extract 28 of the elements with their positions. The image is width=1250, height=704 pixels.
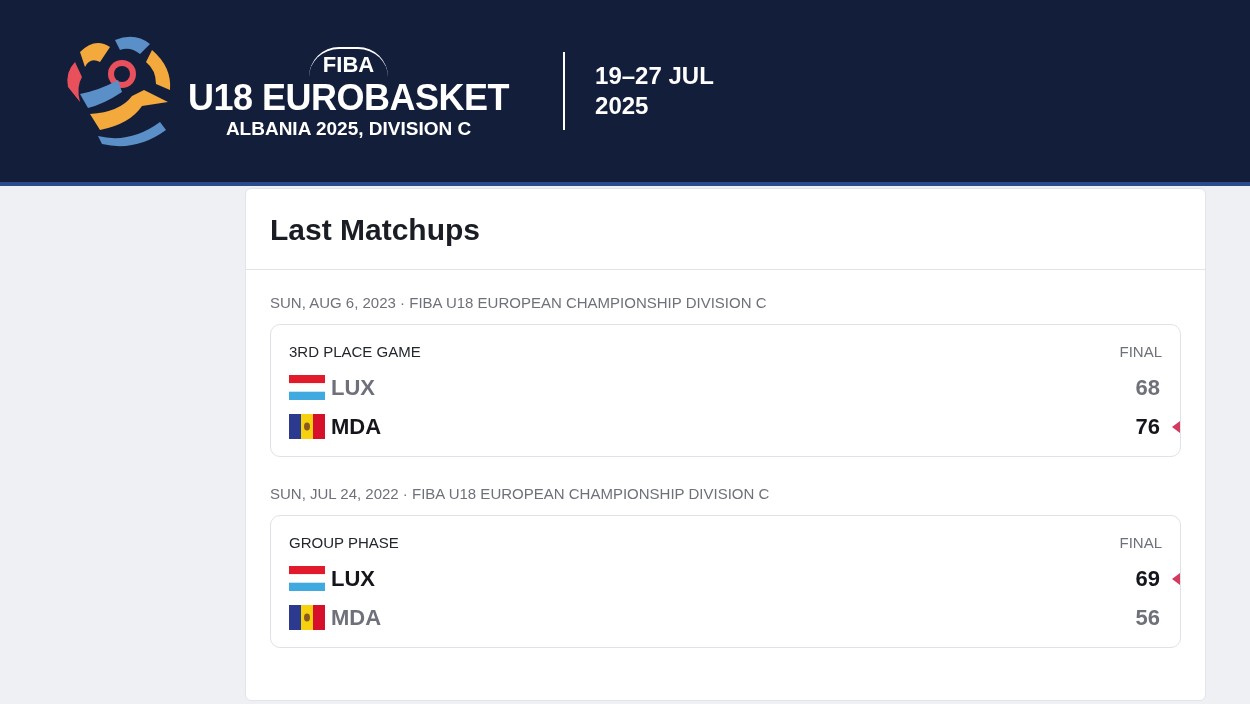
game-result-card[interactable]: 3RD PLACE GAME FINAL LUX 68 MDA 76 bbox=[270, 324, 1181, 457]
team-score: 76 bbox=[1135, 413, 1160, 440]
team-code: LUX bbox=[331, 565, 375, 592]
team-score: 69 bbox=[1135, 565, 1160, 592]
team-code: MDA bbox=[331, 413, 382, 440]
game-status: FINAL bbox=[1119, 534, 1162, 551]
team-score: 68 bbox=[1135, 374, 1160, 401]
winner-marker-icon bbox=[1172, 573, 1180, 585]
luxembourg-flag-icon bbox=[289, 566, 325, 591]
game-status: FINAL bbox=[1119, 343, 1162, 360]
game-round: 3RD PLACE GAME bbox=[289, 343, 421, 360]
tournament-year: 2025 bbox=[595, 91, 650, 121]
fiba-wordmark: FIBA bbox=[308, 47, 389, 77]
luxembourg-flag-icon bbox=[289, 375, 325, 400]
team-code: LUX bbox=[331, 374, 375, 401]
moldova-flag-icon bbox=[289, 414, 325, 439]
tournament-title: U18 EUROBASKET bbox=[188, 76, 510, 118]
section-title: Last Matchups bbox=[246, 189, 1205, 270]
team-score: 56 bbox=[1135, 604, 1160, 631]
winner-marker-icon bbox=[1172, 421, 1180, 433]
game-round: GROUP PHASE bbox=[289, 534, 399, 551]
moldova-flag-icon bbox=[289, 605, 325, 630]
game-result-card[interactable]: GROUP PHASE FINAL LUX 69 MDA 56 bbox=[270, 515, 1181, 648]
tournament-dates: 19–27 JUL bbox=[595, 61, 714, 91]
game-date-line: SUN, JUL 24, 2022 · FIBA U18 EUROPEAN CHAMPIONSHIP DIVISION C bbox=[270, 485, 771, 502]
game-date-line: SUN, AUG 6, 2023 · FIBA U18 EUROPEAN CHAMPIONSHIP DIVISION C bbox=[270, 294, 768, 311]
tournament-subtitle: ALBANIA 2025, DIVISION C bbox=[225, 117, 472, 141]
team-code: MDA bbox=[331, 604, 382, 631]
